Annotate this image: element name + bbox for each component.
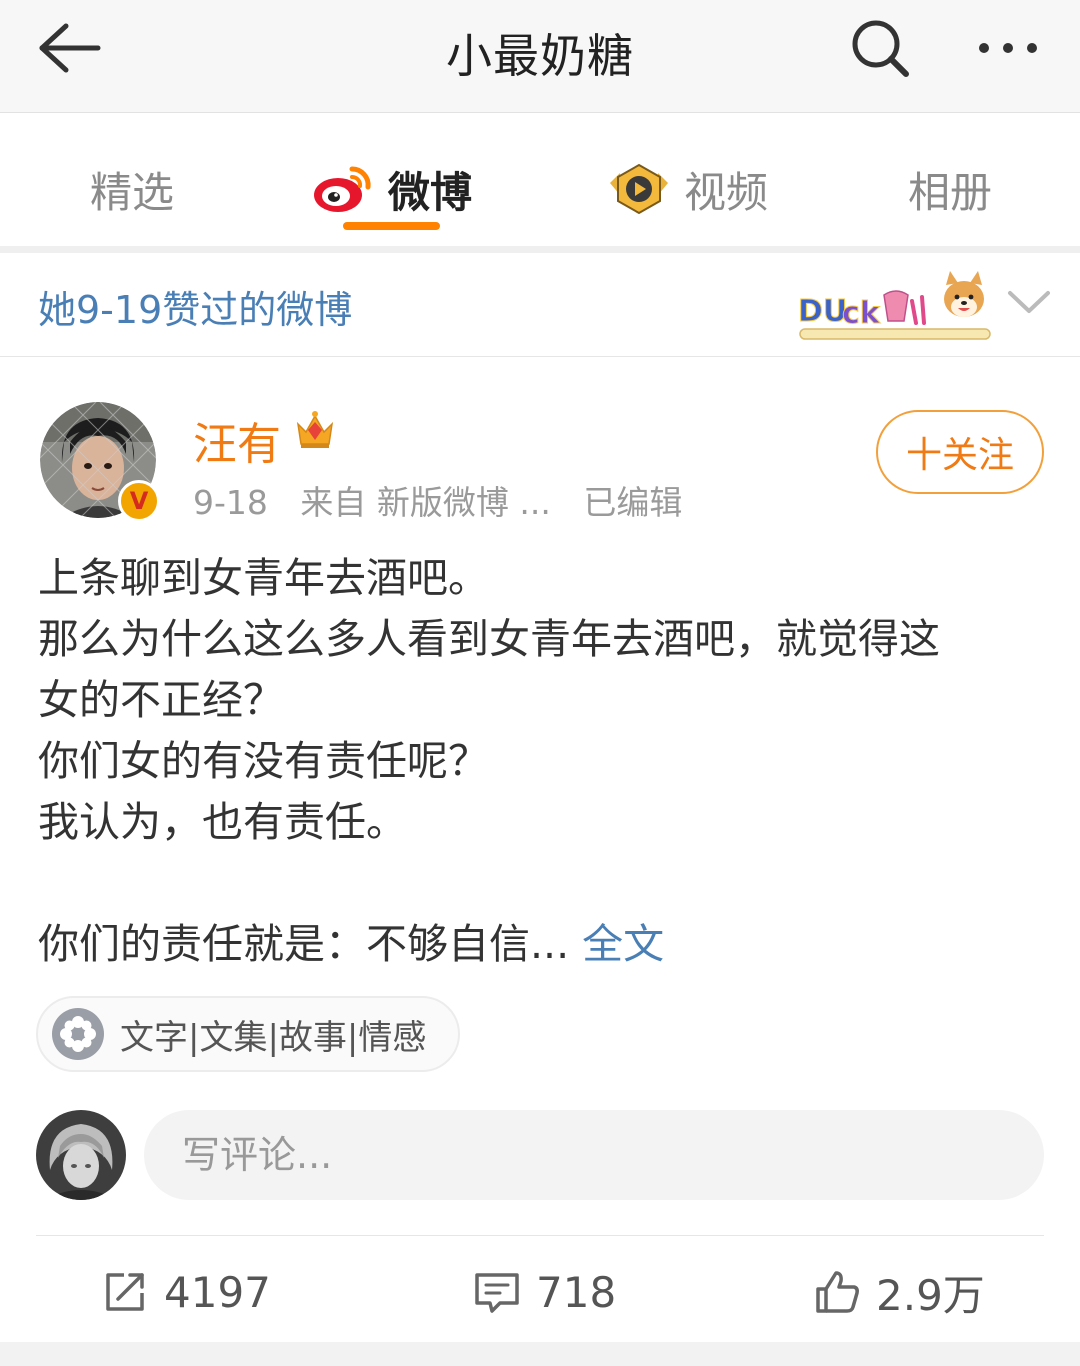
tab-album[interactable]: 相册 bbox=[908, 154, 992, 224]
repost-icon bbox=[106, 1273, 144, 1311]
tab-label: 微博 bbox=[388, 167, 473, 217]
follow-button[interactable]: 十关注 bbox=[876, 410, 1044, 494]
post-text-blank-line bbox=[38, 853, 1048, 914]
svg-text:ck: ck bbox=[842, 296, 881, 331]
post-text-line: 那么为什么这么多人看到女青年去酒吧，就觉得这 bbox=[38, 615, 940, 663]
section-divider bbox=[0, 246, 1080, 253]
like-count: 2.9万 bbox=[876, 1270, 985, 1320]
comment-button[interactable]: 718 bbox=[472, 1262, 616, 1322]
duck-shiba-sticker-icon: DU ck bbox=[792, 265, 1000, 351]
full-text-link[interactable]: 全文 bbox=[582, 920, 664, 968]
tab-video[interactable]: 视频 bbox=[606, 154, 768, 224]
crown-icon bbox=[292, 408, 338, 454]
more-dots-icon[interactable] bbox=[970, 20, 1050, 76]
post-source[interactable]: 来自 新版微博 ... bbox=[300, 483, 550, 522]
edited-label[interactable]: 已编辑 bbox=[583, 483, 682, 522]
post-text-line: 女的不正经？ bbox=[38, 676, 284, 724]
topic-chip[interactable]: 文字|文集|故事|情感 bbox=[36, 996, 460, 1072]
post-body[interactable]: 上条聊到女青年去酒吧。 那么为什么这么多人看到女青年去酒吧，就觉得这 女的不正经… bbox=[38, 548, 1048, 975]
repost-button[interactable]: 4197 bbox=[100, 1262, 271, 1322]
comment-icon bbox=[475, 1273, 519, 1313]
post-date: 9-18 bbox=[193, 483, 268, 522]
my-avatar[interactable] bbox=[36, 1110, 126, 1200]
top-bar: 小最奶糖 bbox=[0, 0, 1080, 113]
video-play-icon bbox=[606, 161, 672, 217]
svg-text:DU: DU bbox=[798, 294, 847, 329]
weibo-logo-icon bbox=[310, 161, 376, 217]
liked-posts-title: 她9-19赞过的微博 bbox=[38, 288, 353, 332]
verified-badge: V bbox=[118, 480, 160, 522]
post-text-line: 我认为，也有责任。 bbox=[38, 798, 407, 846]
next-post-edge bbox=[0, 1342, 1080, 1366]
tab-weibo[interactable]: 微博 bbox=[310, 154, 472, 224]
comment-count: 718 bbox=[536, 1267, 617, 1317]
post-text-line: 你们的责任就是：不够自信... bbox=[38, 920, 570, 968]
action-divider bbox=[36, 1235, 1044, 1236]
flower-topic-icon bbox=[50, 1006, 106, 1062]
thumbs-up-icon bbox=[816, 1271, 859, 1313]
chevron-down-icon[interactable] bbox=[1004, 283, 1054, 323]
weibo-profile-page: 小最奶糖 精选 微博 视频 相册 她9-19赞过的微博 DU ck V 汪有 9… bbox=[0, 0, 1080, 1366]
page-title: 小最奶糖 bbox=[446, 29, 634, 83]
post-text-last-line: 你们的责任就是：不够自信... 全文 bbox=[38, 914, 1048, 975]
like-button[interactable]: 2.9万 bbox=[812, 1262, 985, 1322]
post-text-line: 你们女的有没有责任呢？ bbox=[38, 737, 489, 785]
active-tab-indicator bbox=[343, 222, 440, 230]
topic-label: 文字|文集|故事|情感 bbox=[120, 1017, 427, 1058]
search-icon[interactable] bbox=[846, 14, 916, 84]
tab-label: 精选 bbox=[90, 167, 175, 217]
liked-posts-header[interactable]: 她9-19赞过的微博 DU ck bbox=[0, 253, 1080, 357]
post-meta: 9-18 来自 新版微博 ... 已编辑 bbox=[193, 476, 704, 524]
tab-featured[interactable]: 精选 bbox=[90, 154, 174, 224]
repost-count: 4197 bbox=[164, 1267, 271, 1317]
author-name[interactable]: 汪有 bbox=[193, 408, 281, 472]
comment-input[interactable] bbox=[144, 1110, 1044, 1200]
post-text-line: 上条聊到女青年去酒吧。 bbox=[38, 554, 489, 602]
tab-label: 相册 bbox=[908, 167, 993, 217]
profile-tabs: 精选 微博 视频 相册 bbox=[0, 114, 1080, 246]
tab-label: 视频 bbox=[684, 167, 769, 217]
